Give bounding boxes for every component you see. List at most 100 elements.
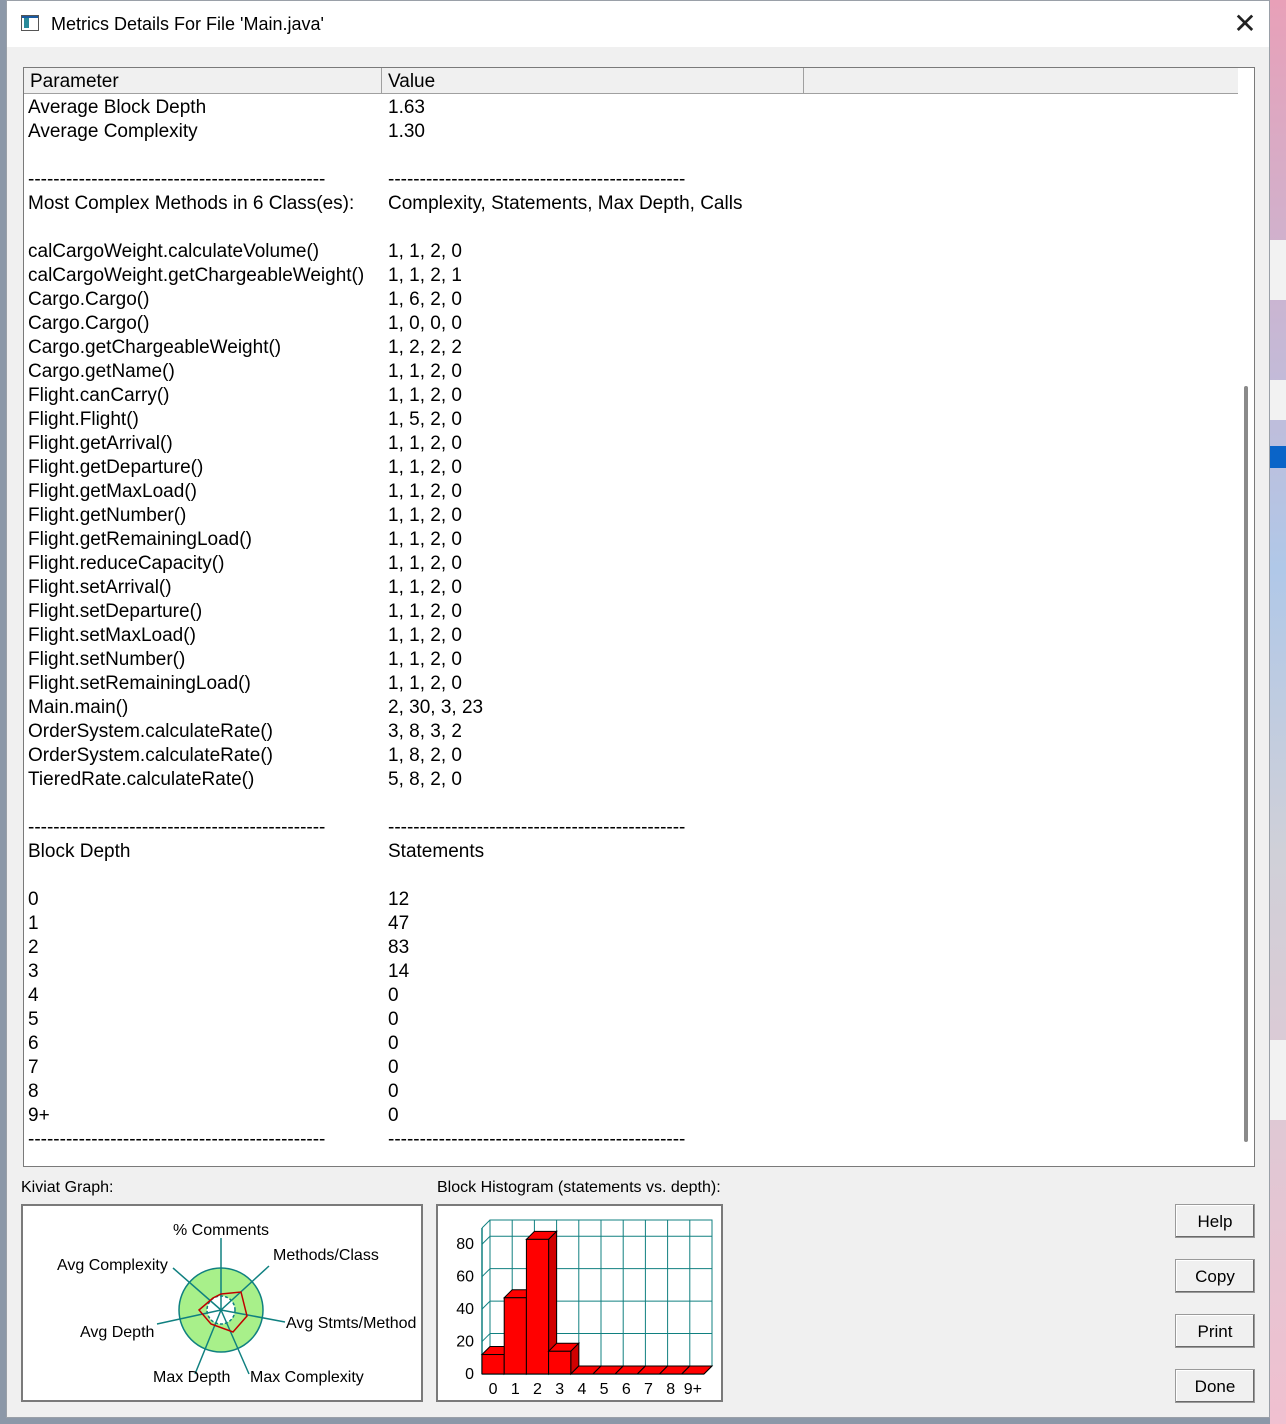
value-cell: ----------------------------------------…: [388, 169, 686, 190]
value-cell: 14: [388, 961, 410, 982]
background-window-selection: [1270, 446, 1286, 468]
value-cell: 0: [388, 1009, 399, 1030]
parameter-cell: 3: [28, 961, 39, 982]
x-tick-label: 6: [622, 1381, 631, 1398]
histogram-gridline: [481, 1268, 491, 1278]
value-cell: 1, 1, 2, 1: [388, 265, 462, 286]
value-cell: 1, 6, 2, 0: [388, 289, 462, 310]
parameter-cell: calCargoWeight.calculateVolume(): [28, 241, 320, 262]
column-header-parameter[interactable]: Parameter: [24, 68, 382, 93]
value-cell: 1, 0, 0, 0: [388, 313, 462, 334]
value-cell: 1, 1, 2, 0: [388, 457, 462, 478]
parameter-cell: Average Block Depth: [28, 97, 207, 118]
parameter-cell: Flight.setDeparture(): [28, 601, 203, 622]
background-window-edge: [1270, 380, 1286, 420]
parameter-cell: TieredRate.calculateRate(): [28, 769, 255, 790]
kiviat-axis-label: Avg Depth: [80, 1324, 155, 1341]
parameter-cell: Flight.Flight(): [28, 409, 139, 430]
column-header-value[interactable]: Value: [382, 68, 804, 93]
value-cell: Statements: [388, 841, 485, 862]
vertical-scrollbar[interactable]: [1238, 94, 1254, 1166]
x-tick-label: 5: [600, 1381, 609, 1398]
close-icon[interactable]: ✕: [1227, 9, 1263, 41]
block-histogram: 0 20 40 60 80 0 1 2 3 4 5 6 7 8 9+: [436, 1204, 723, 1402]
parameter-cell: OrderSystem.calculateRate(): [28, 721, 273, 742]
parameter-cell: Flight.getRemainingLoad(): [28, 529, 252, 550]
parameter-cell: Flight.getDeparture(): [28, 457, 204, 478]
block-histogram-label: Block Histogram (statements vs. depth):: [437, 1179, 721, 1196]
value-cell: 1, 1, 2, 0: [388, 481, 462, 502]
kiviat-axis-label: Max Depth: [153, 1369, 231, 1386]
parameter-cell: Cargo.Cargo(): [28, 313, 150, 334]
scrollbar-thumb[interactable]: [1244, 386, 1248, 1142]
kiviat-axes: [156, 1238, 286, 1375]
parameter-cell: 2: [28, 937, 39, 958]
parameter-cell: Block Depth: [28, 841, 131, 862]
parameter-cell: 4: [28, 985, 39, 1006]
parameter-cell: 7: [28, 1057, 39, 1078]
x-tick-label: 7: [644, 1381, 653, 1398]
done-button[interactable]: Done: [1175, 1369, 1255, 1403]
value-cell: 1, 1, 2, 0: [388, 433, 462, 454]
y-tick-label: 60: [456, 1269, 474, 1286]
parameter-cell: ----------------------------------------…: [28, 1129, 326, 1150]
value-cell: 47: [388, 913, 410, 934]
value-cell: 1, 2, 2, 2: [388, 337, 462, 358]
metrics-table[interactable]: Parameter Value Average Block Depth 1.63 A…: [23, 67, 1255, 1167]
y-tick-label: 0: [465, 1366, 474, 1383]
kiviat-axis-label: Max Complexity: [250, 1369, 364, 1386]
background-window-edge: [1270, 240, 1286, 300]
parameter-cell: Cargo.Cargo(): [28, 289, 150, 310]
value-cell: 5, 8, 2, 0: [388, 769, 462, 790]
background-window-edge: [1270, 1040, 1286, 1120]
parameter-cell: Flight.getMaxLoad(): [28, 481, 197, 502]
help-button[interactable]: Help: [1175, 1204, 1255, 1238]
value-cell: 1, 1, 2, 0: [388, 673, 462, 694]
histogram-gridline: [481, 1333, 491, 1342]
x-tick-label: 2: [533, 1381, 542, 1398]
parameter-cell: Flight.getNumber(): [28, 505, 187, 526]
parameter-cell: Flight.setRemainingLoad(): [28, 673, 251, 694]
parameter-cell: 9+: [28, 1105, 50, 1126]
y-tick-label: 20: [456, 1334, 474, 1351]
window-title: Metrics Details For File 'Main.java': [51, 14, 324, 34]
x-tick-label: 1: [511, 1381, 520, 1398]
parameter-cell: Cargo.getChargeableWeight(): [28, 337, 282, 358]
histogram-wall-edge: [481, 1219, 491, 1229]
parameter-cell: Flight.getArrival(): [28, 433, 173, 454]
parameter-cell: calCargoWeight.getChargeableWeight(): [28, 265, 365, 286]
parameter-cell: ----------------------------------------…: [28, 169, 326, 190]
print-button[interactable]: Print: [1175, 1314, 1255, 1348]
value-cell: Complexity, Statements, Max Depth, Calls: [388, 193, 743, 214]
x-tick-label: 0: [489, 1381, 498, 1398]
x-tick-label: 9+: [684, 1381, 702, 1398]
desktop-background: [1270, 0, 1286, 1424]
histogram-gridline: [481, 1235, 491, 1245]
metrics-details-dialog: Metrics Details For File 'Main.java' ✕ P…: [6, 0, 1270, 1418]
histogram-bar: [503, 1297, 527, 1375]
kiviat-axis-label: % Comments: [173, 1222, 270, 1239]
histogram-bar: [548, 1350, 572, 1375]
parameter-cell: Cargo.getName(): [28, 361, 175, 382]
table-header: Parameter Value: [24, 68, 1238, 94]
x-tick-label: 3: [555, 1381, 564, 1398]
value-cell: 83: [388, 937, 410, 958]
x-tick-label: 4: [577, 1381, 586, 1398]
copy-button[interactable]: Copy: [1175, 1259, 1255, 1293]
parameter-cell: 0: [28, 889, 39, 910]
value-cell: 1.30: [388, 121, 425, 142]
kiviat-graph: % Comments Methods/Class Avg Stmts/Metho…: [21, 1204, 423, 1402]
parameter-cell: OrderSystem.calculateRate(): [28, 745, 273, 766]
title-bar[interactable]: Metrics Details For File 'Main.java' ✕: [7, 1, 1269, 47]
value-cell: 1, 5, 2, 0: [388, 409, 462, 430]
value-cell: 1, 1, 2, 0: [388, 601, 462, 622]
value-cell: ----------------------------------------…: [388, 817, 686, 838]
parameter-cell: Average Complexity: [28, 121, 198, 142]
value-cell: 1, 1, 2, 0: [388, 577, 462, 598]
parameter-cell: Flight.setMaxLoad(): [28, 625, 196, 646]
value-cell: 1.63: [388, 97, 425, 118]
parameter-cell: Flight.setArrival(): [28, 577, 172, 598]
histogram-bar: [481, 1354, 505, 1375]
histogram-bar: [525, 1238, 550, 1375]
value-cell: 1, 1, 2, 0: [388, 241, 462, 262]
